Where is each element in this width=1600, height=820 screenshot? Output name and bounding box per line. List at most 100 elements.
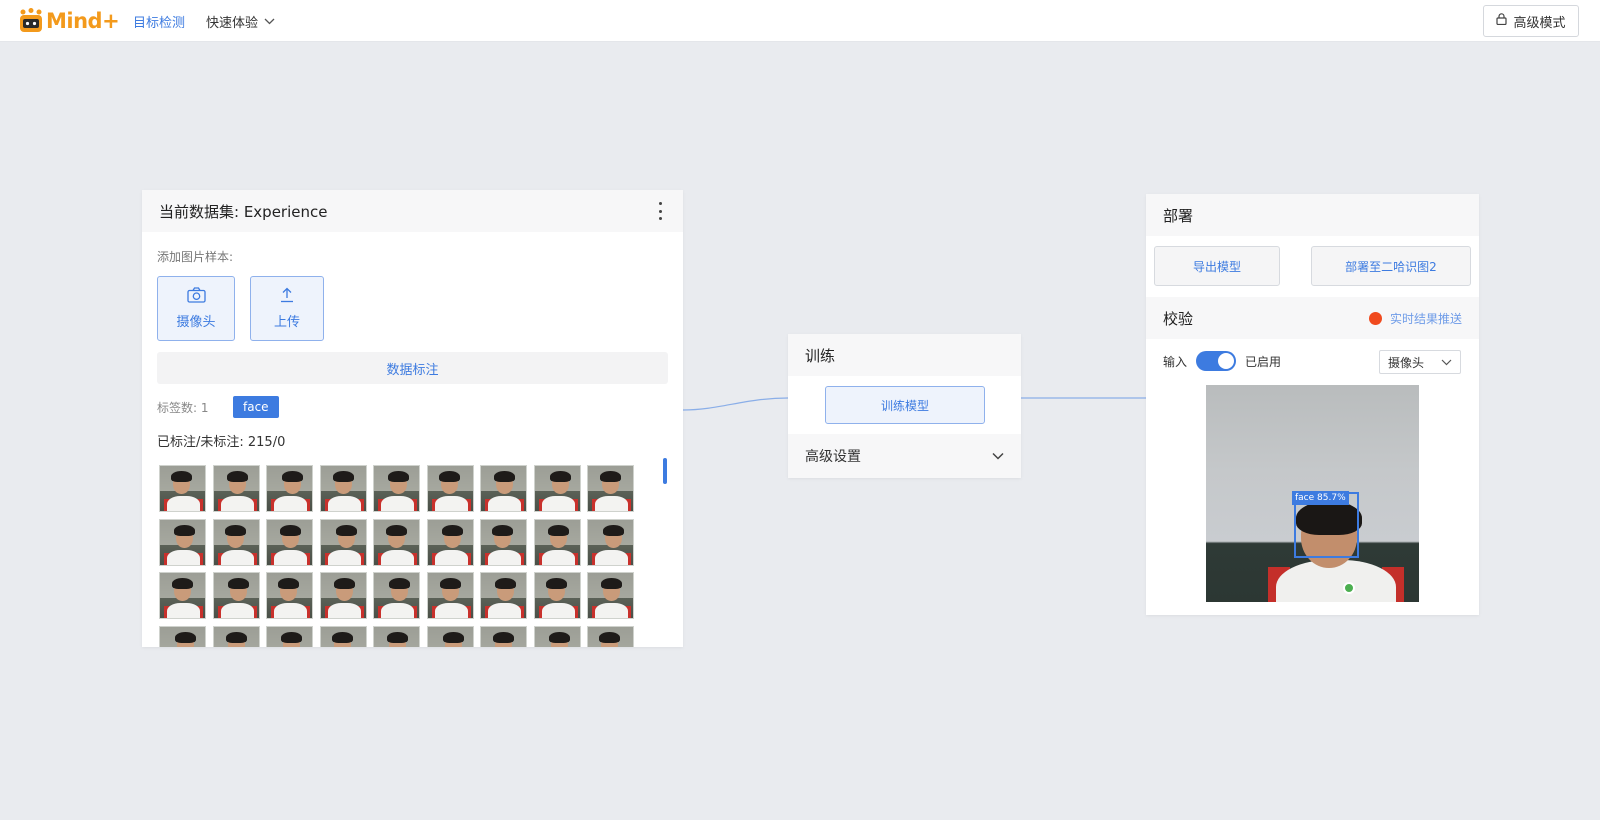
input-source-select[interactable]: 摄像头 <box>1379 350 1461 374</box>
thumb-body <box>541 496 575 511</box>
dataset-thumbnail[interactable] <box>587 518 634 566</box>
dataset-thumbnail[interactable] <box>426 625 474 647</box>
dataset-thumbnail[interactable] <box>587 625 634 647</box>
dataset-thumbnail[interactable] <box>480 518 527 566</box>
thumb-hair <box>493 631 514 643</box>
dataset-thumbnail[interactable] <box>319 518 367 566</box>
thumb-hair <box>494 471 515 482</box>
chevron-down-icon <box>992 448 1004 464</box>
deploy-to-huskylens-button[interactable]: 部署至二哈识图2 <box>1311 246 1471 286</box>
thumb-hair <box>278 578 299 589</box>
dataset-thumbnail[interactable] <box>212 518 260 566</box>
dataset-thumbnail[interactable] <box>159 572 206 619</box>
thumb-hair <box>331 631 353 643</box>
thumb-body <box>327 603 361 618</box>
dataset-thumbnail[interactable] <box>426 518 474 566</box>
train-panel: 训练 训练模型 高级设置 <box>788 334 1021 478</box>
add-samples-label: 添加图片样本: <box>157 250 234 264</box>
thumbnail-grid <box>159 465 634 647</box>
camera-source-label: 摄像头 <box>176 315 216 330</box>
thumb-body <box>274 496 307 511</box>
deploy-header: 部署 <box>1146 194 1479 236</box>
thumb-hair <box>335 524 357 536</box>
dataset-thumbnail[interactable] <box>159 625 206 647</box>
thumb-hair <box>281 631 302 643</box>
realtime-push-label: 实时结果推送 <box>1389 311 1462 326</box>
input-enable-toggle[interactable] <box>1196 351 1237 371</box>
dataset-thumbnail[interactable] <box>319 625 367 647</box>
thumb-body <box>541 549 575 565</box>
thumb-hair <box>495 578 516 589</box>
dataset-thumbnail[interactable] <box>426 465 474 512</box>
export-model-button[interactable]: 导出模型 <box>1154 246 1280 286</box>
upload-button[interactable]: 上传 <box>250 276 324 341</box>
thumb-body <box>488 496 521 511</box>
dataset-thumbnail[interactable] <box>373 625 420 647</box>
thumb-hair <box>599 631 620 643</box>
annotate-button[interactable]: 数据标注 <box>157 352 668 384</box>
more-vertical-icon[interactable] <box>657 202 663 220</box>
verify-header: 校验 实时结果推送 <box>1146 297 1479 339</box>
dataset-thumbnail[interactable] <box>373 572 420 619</box>
status-dot-icon <box>1368 311 1382 325</box>
camera-preview: face 85.7% <box>1206 385 1419 602</box>
dataset-thumbnail[interactable] <box>373 465 420 512</box>
thumb-hair <box>548 631 570 643</box>
dataset-thumbnail[interactable] <box>266 572 313 619</box>
dataset-thumbnail[interactable] <box>159 518 206 566</box>
train-header: 训练 <box>788 334 1021 376</box>
dataset-thumbnail[interactable] <box>426 572 474 619</box>
thumb-body <box>167 603 200 618</box>
thumb-body <box>595 496 628 511</box>
dataset-thumbnail[interactable] <box>212 625 260 647</box>
dataset-thumbnail[interactable] <box>587 465 634 512</box>
dataset-thumbnail[interactable] <box>587 572 634 619</box>
label-stat: 已标注/未标注: 215/0 <box>157 435 286 450</box>
dataset-thumbnail[interactable] <box>533 625 581 647</box>
dataset-thumbnail[interactable] <box>212 572 260 619</box>
thumb-body <box>488 549 521 565</box>
thumb-body <box>595 549 628 565</box>
thumb-body <box>434 549 468 565</box>
advanced-settings-toggle[interactable]: 高级设置 <box>788 434 1021 478</box>
dataset-thumbnail[interactable] <box>319 465 367 512</box>
dataset-thumbnail[interactable] <box>533 518 581 566</box>
dataset-header: 当前数据集: Experience <box>142 190 683 232</box>
chevron-down-icon <box>1441 355 1452 369</box>
dataset-thumbnail[interactable] <box>212 465 260 512</box>
tag-chip-face[interactable]: face <box>233 396 279 418</box>
dataset-thumbnail[interactable] <box>266 465 313 512</box>
dataset-thumbnail[interactable] <box>266 518 313 566</box>
dataset-thumbnail[interactable] <box>319 572 367 619</box>
dataset-thumbnail[interactable] <box>533 572 581 619</box>
thumb-hair <box>438 471 460 482</box>
detection-label: face 85.7% <box>1292 491 1349 505</box>
train-model-button[interactable]: 训练模型 <box>825 386 985 424</box>
dataset-thumbnail[interactable] <box>480 465 527 512</box>
thumb-body <box>434 496 468 511</box>
dataset-thumbnail[interactable] <box>533 465 581 512</box>
dataset-thumbnail[interactable] <box>480 625 527 647</box>
enabled-label: 已启用 <box>1245 354 1282 369</box>
thumb-body <box>274 549 307 565</box>
thumb-hair <box>387 631 408 643</box>
thumb-body <box>220 603 254 618</box>
thumb-body <box>220 549 254 565</box>
dataset-thumbnail[interactable] <box>480 572 527 619</box>
advanced-settings-label: 高级设置 <box>805 449 861 465</box>
dataset-title: 当前数据集: Experience <box>159 202 328 221</box>
dataset-thumbnail[interactable] <box>159 465 206 512</box>
dataset-thumbnail[interactable] <box>373 518 420 566</box>
thumb-body <box>167 496 200 511</box>
thumb-body <box>381 549 414 565</box>
thumb-body <box>434 603 468 618</box>
thumb-hair <box>492 524 513 536</box>
camera-source-button[interactable]: 摄像头 <box>157 276 235 341</box>
connector-dataset-train <box>682 397 789 411</box>
thumb-hair <box>174 524 195 536</box>
thumb-body <box>595 603 628 618</box>
thumbnail-scrollbar[interactable] <box>663 458 667 484</box>
dataset-thumbnail[interactable] <box>266 625 313 647</box>
realtime-push-toggle[interactable]: 实时结果推送 <box>1368 310 1462 327</box>
thumb-hair <box>442 631 464 643</box>
